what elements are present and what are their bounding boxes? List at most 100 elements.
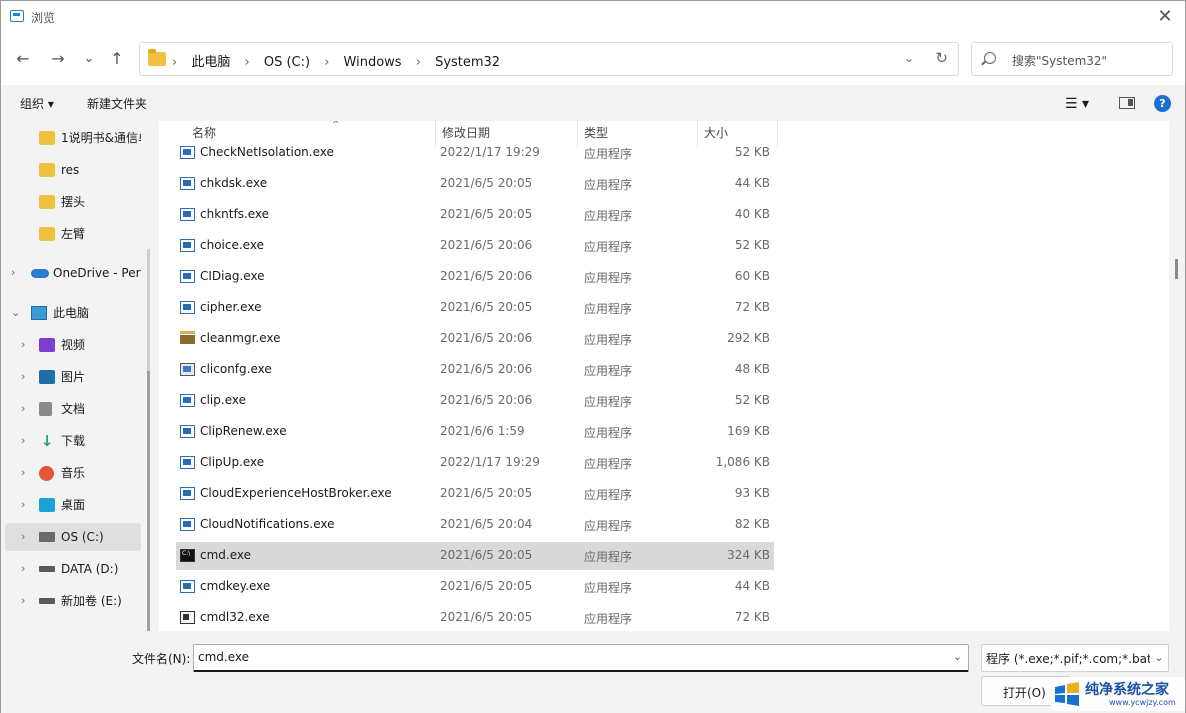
sidebar-item-desktop[interactable]: › 桌面 [5, 491, 141, 519]
app-icon [180, 487, 195, 500]
file-date: 2021/6/5 20:05 [440, 610, 533, 624]
file-date: 2021/6/5 20:05 [440, 176, 533, 190]
chevron-right-icon[interactable]: › [21, 491, 25, 519]
sidebar-item-os-c[interactable]: › OS (C:) [5, 523, 141, 551]
sidebar-item-downloads[interactable]: › ↓ 下载 [5, 427, 141, 455]
up-button[interactable]: ↑ [105, 47, 129, 71]
breadcrumb-windows[interactable]: Windows [344, 55, 402, 70]
file-name: chkdsk.exe [200, 176, 268, 190]
sidebar-item-manual-folder[interactable]: 1说明书&通信单 [5, 124, 141, 152]
file-row[interactable]: cleanmgr.exe 2021/6/5 20:06 应用程序 292 KB [176, 325, 774, 353]
file-type: 应用程序 [584, 488, 633, 502]
sidebar-item-res[interactable]: res [5, 156, 141, 184]
app-icon [180, 425, 195, 438]
sidebar-item-data-d[interactable]: › DATA (D:) [5, 555, 141, 583]
sidebar-item-this-pc[interactable]: ⌄ 此电脑 [5, 299, 141, 327]
file-row[interactable]: CIDiag.exe 2021/6/5 20:06 应用程序 60 KB [176, 263, 774, 291]
desktop-icon [39, 498, 55, 512]
close-button[interactable]: ✕ [1153, 5, 1177, 29]
sidebar-item-label: 摆头 [61, 195, 86, 209]
file-row[interactable]: cipher.exe 2021/6/5 20:05 应用程序 72 KB [176, 294, 774, 322]
file-row[interactable]: CheckNetIsolation.exe 2022/1/17 19:29 应用程序… [176, 139, 774, 167]
file-list-scrollbar-thumb[interactable] [1175, 259, 1178, 279]
nav-scrollbar-thumb[interactable] [147, 371, 150, 631]
chevron-down-icon[interactable]: ⌄ [953, 650, 962, 663]
sidebar-item-label: 音乐 [61, 466, 86, 480]
file-type-filter-select[interactable]: 程序 (*.exe;*.pif;*.com;*.bat;*.cmd) ⌄ [981, 644, 1169, 672]
chevron-right-icon[interactable]: › [21, 555, 25, 583]
filename-label: 文件名(N): [132, 652, 191, 666]
chevron-right-icon[interactable]: › [21, 395, 25, 423]
file-row[interactable]: cmdkey.exe 2021/6/5 20:05 应用程序 44 KB [176, 573, 774, 601]
chevron-right-icon[interactable]: › [21, 427, 25, 455]
file-row[interactable]: CloudExperienceHostBroker.exe 2021/6/5 20… [176, 480, 774, 508]
filename-input[interactable]: cmd.exe ⌄ [193, 644, 969, 672]
help-icon[interactable]: ? [1154, 95, 1171, 112]
chevron-right-icon[interactable]: › [21, 587, 25, 615]
chevron-down-icon[interactable]: ⌄ [1150, 645, 1168, 671]
address-history-dropdown[interactable]: ⌄ [904, 51, 914, 65]
navigation-pane: 1说明书&通信单 res 摆头 左臂 › OneDrive - Personal… [1, 121, 153, 631]
file-size: 52 KB [734, 145, 770, 159]
sidebar-item-music[interactable]: › 音乐 [5, 459, 141, 487]
chevron-right-icon[interactable]: › [11, 259, 15, 287]
file-row[interactable]: cliconfg.exe 2021/6/5 20:06 应用程序 48 KB [176, 356, 774, 384]
file-row[interactable]: ClipRenew.exe 2021/6/6 1:59 应用程序 169 KB [176, 418, 774, 446]
file-size: 40 KB [734, 207, 770, 221]
address-bar[interactable]: › 此电脑 › OS (C:) › Windows › System32 ⌄ ↻ [139, 42, 959, 76]
chevron-down-icon[interactable]: ⌄ [11, 299, 20, 327]
app-icon [180, 580, 195, 593]
search-input[interactable]: 搜索"System32" [971, 42, 1173, 76]
file-row[interactable]: chkdsk.exe 2021/6/5 20:05 应用程序 44 KB [176, 170, 774, 198]
file-date: 2021/6/5 20:06 [440, 393, 533, 407]
sidebar-item-zuobi[interactable]: 左臂 [5, 220, 141, 248]
breadcrumb-os-c[interactable]: OS (C:) [264, 55, 310, 70]
file-size: 324 KB [727, 548, 770, 562]
file-row[interactable]: cmdl32.exe 2021/6/5 20:05 应用程序 72 KB [176, 604, 774, 631]
search-placeholder: 搜索"System32" [1012, 54, 1108, 68]
breadcrumb-this-pc[interactable]: 此电脑 [191, 55, 230, 70]
sidebar-item-documents[interactable]: › 文档 [5, 395, 141, 423]
sidebar-item-yaotou[interactable]: 摆头 [5, 188, 141, 216]
file-row[interactable]: chkntfs.exe 2021/6/5 20:05 应用程序 40 KB [176, 201, 774, 229]
file-date: 2021/6/6 1:59 [440, 424, 525, 438]
file-type: 应用程序 [584, 147, 633, 161]
cloud-icon [31, 269, 49, 278]
file-row[interactable]: ClipUp.exe 2022/1/17 19:29 应用程序 1,086 KB [176, 449, 774, 477]
sidebar-item-videos[interactable]: › 视频 [5, 331, 141, 359]
file-size: 72 KB [734, 300, 770, 314]
search-icon [984, 52, 996, 64]
file-row[interactable]: cmd.exe 2021/6/5 20:05 应用程序 324 KB [176, 542, 774, 570]
refresh-button[interactable]: ↻ [935, 49, 948, 67]
file-type: 应用程序 [584, 519, 633, 533]
file-type: 应用程序 [584, 581, 633, 595]
file-type: 应用程序 [584, 209, 633, 223]
view-options-icon[interactable]: ☰ ▾ [1065, 96, 1089, 112]
sidebar-item-onedrive[interactable]: › OneDrive - Personal [5, 259, 141, 287]
file-row[interactable]: choice.exe 2021/6/5 20:06 应用程序 52 KB [176, 232, 774, 260]
sidebar-item-new-volume-e[interactable]: › 新加卷 (E:) [5, 587, 141, 615]
file-name: cipher.exe [200, 300, 262, 314]
file-date: 2021/6/5 20:05 [440, 300, 533, 314]
back-button[interactable]: ← [11, 47, 35, 71]
chevron-right-icon[interactable]: › [21, 523, 25, 551]
file-type: 应用程序 [584, 240, 633, 254]
forward-button[interactable]: → [46, 47, 70, 71]
organize-button[interactable]: 组织 ▾ [20, 95, 54, 112]
breadcrumb-system32[interactable]: System32 [435, 55, 500, 70]
new-folder-button[interactable]: 新建文件夹 [87, 95, 147, 112]
watermark-logo-icon [1055, 682, 1079, 706]
chevron-right-icon[interactable]: › [21, 459, 25, 487]
sidebar-item-pictures[interactable]: › 图片 [5, 363, 141, 391]
command-bar: 组织 ▾ 新建文件夹 ☰ ▾ ? [1, 85, 1185, 121]
file-row[interactable]: clip.exe 2021/6/5 20:06 应用程序 52 KB [176, 387, 774, 415]
chevron-right-icon[interactable]: › [21, 363, 25, 391]
browse-window-icon [10, 10, 24, 22]
folder-icon [148, 49, 166, 66]
chevron-right-icon[interactable]: › [21, 331, 25, 359]
file-list: 名称 ^ 修改日期 类型 大小 CheckNetIsolation.exe 202… [159, 121, 1169, 631]
watermark-url: www.ycwjzy.com [1109, 698, 1176, 707]
preview-pane-icon[interactable] [1119, 97, 1135, 109]
recent-locations-button[interactable]: ⌄ [77, 47, 101, 71]
file-row[interactable]: CloudNotifications.exe 2021/6/5 20:04 应用程序… [176, 511, 774, 539]
